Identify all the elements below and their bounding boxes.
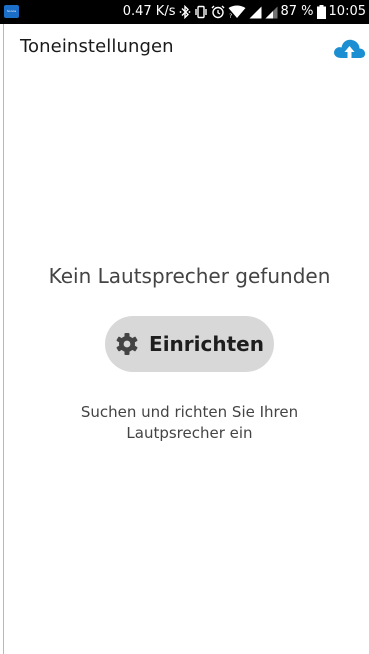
svg-text:?: ? [229, 13, 232, 19]
network-speed: 0.47 K/s [122, 4, 176, 19]
signal-icon [265, 6, 277, 18]
status-bar: Sonos 0.47 K/s ? 87 % 10:05 [0, 0, 369, 24]
app-notification-icon: Sonos [4, 5, 19, 18]
setup-button[interactable]: Einrichten [105, 316, 274, 372]
battery-icon [316, 5, 326, 19]
help-text: Suchen und richten Sie Ihren Lautpsreche… [0, 402, 369, 444]
no-speaker-message: Kein Lautsprecher gefunden [48, 264, 331, 288]
clock: 10:05 [328, 4, 366, 19]
alarm-icon [211, 5, 224, 19]
app-notification-text: Sonos [6, 9, 17, 13]
battery-percent: 87 % [280, 4, 314, 19]
help-text-line-2: Lautpsrecher ein [126, 424, 253, 442]
help-text-line-1: Suchen und richten Sie Ihren [80, 403, 299, 421]
bluetooth-icon [179, 5, 190, 19]
left-edge-divider [3, 24, 4, 654]
page-title: Toneinstellungen [20, 36, 174, 57]
gear-icon [116, 333, 138, 355]
status-icons: 0.47 K/s ? 87 % 10:05 [123, 0, 366, 24]
wifi-icon: ? [228, 5, 245, 19]
setup-button-label: Einrichten [149, 332, 264, 356]
cloud-upload-icon[interactable] [332, 36, 366, 68]
vibrate-icon [194, 5, 207, 19]
signal-icon [249, 6, 261, 18]
